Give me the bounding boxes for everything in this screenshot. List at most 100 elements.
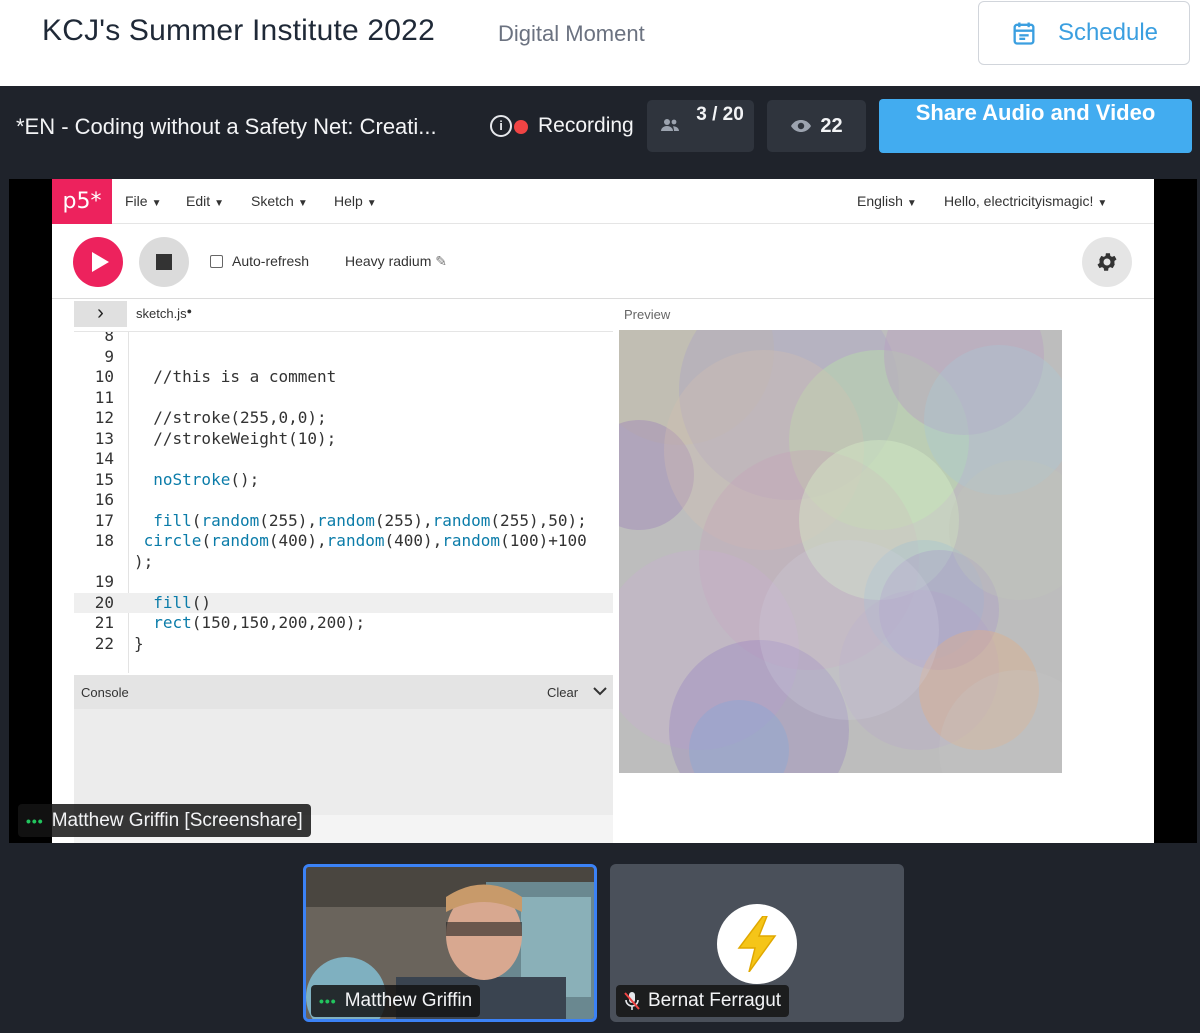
line-number: 12 [94, 408, 114, 427]
auto-refresh-label: Auto-refresh [232, 253, 310, 269]
recording-dot-icon [514, 120, 528, 134]
gear-icon [1097, 253, 1117, 271]
info-icon[interactable]: i [490, 115, 512, 137]
code-text: circle(random(400),random(400),random(10… [143, 531, 587, 550]
event-header: KCJ's Summer Institute 2022 Digital Mome… [0, 0, 1200, 86]
preview-label: Preview [624, 307, 671, 322]
sketch-name[interactable]: Heavy radium ✎ [345, 253, 447, 270]
video-participant-name: Matthew Griffin [344, 990, 473, 1011]
caret-down-icon: ▼ [1097, 198, 1108, 209]
speaking-dots-icon: ••• [319, 993, 337, 1009]
session-bar: *EN - Coding without a Safety Net: Creat… [0, 86, 1200, 176]
participant-tile-matthew[interactable]: ••• Matthew Griffin [303, 864, 597, 1022]
attendees-button[interactable]: 3 / 20 [647, 100, 754, 152]
preview-circles-graphic [619, 330, 1062, 773]
menu-edit[interactable]: Edit ▼ [186, 193, 224, 209]
code-text: } [134, 633, 144, 653]
code-line: 18 circle(random(400),random(400),random… [74, 531, 613, 552]
attendee-count: 3 / 20 [696, 104, 744, 125]
unsaved-dot-icon: ● [186, 306, 193, 316]
user-greeting: Hello, electricityismagic! [944, 193, 1094, 209]
language-menu[interactable]: English ▼ [857, 193, 917, 209]
line-number: 9 [104, 346, 114, 366]
avatar [717, 904, 797, 984]
line-number: 11 [94, 387, 114, 407]
screenshare-name: Matthew Griffin [Screenshare] [51, 809, 303, 831]
screenshare-stream: p5* File ▼ Edit ▼ Sketch ▼ Help ▼ English ▼ H… [9, 179, 1197, 843]
code-line: ); [74, 552, 613, 573]
lightning-bolt-icon [737, 916, 777, 972]
caret-down-icon: ▼ [214, 198, 225, 209]
participant-tile-bernat[interactable]: Bernat Ferragut [610, 864, 904, 1022]
p5-menubar: p5* File ▼ Edit ▼ Sketch ▼ Help ▼ English ▼ H… [52, 179, 1154, 224]
code-text: //stroke(255,0,0); [134, 408, 327, 427]
user-menu[interactable]: Hello, electricityismagic! ▼ [944, 193, 1107, 209]
menu-sketch[interactable]: Sketch ▼ [251, 193, 308, 209]
code-line: 10 //this is a comment [74, 367, 613, 388]
participant-tiles: ••• Matthew Griffin Bernat Ferragut [0, 848, 1200, 1033]
code-line: 12 //stroke(255,0,0); [74, 408, 613, 429]
expand-sidebar-button[interactable]: › [74, 301, 127, 327]
menu-help[interactable]: Help ▼ [334, 193, 377, 209]
menu-file[interactable]: File ▼ [125, 193, 161, 209]
line-number: 10 [94, 367, 114, 386]
code-line: 8 [74, 331, 613, 347]
tab-sketch-js[interactable]: sketch.js● [136, 306, 192, 321]
line-number: 21 [94, 613, 114, 632]
code-line: 16 [74, 490, 613, 511]
people-icon [661, 119, 679, 131]
line-number: 18 [94, 531, 114, 550]
code-line: 13 //strokeWeight(10); [74, 429, 613, 450]
line-number: 15 [94, 469, 114, 489]
menu-edit-label: Edit [186, 193, 211, 209]
editor-tabs: › sketch.js● Preview [52, 299, 1154, 331]
console-output [74, 709, 613, 815]
code-line: 14 [74, 449, 613, 470]
calendar-icon [1013, 22, 1035, 45]
console-clear-button[interactable]: Clear [547, 685, 578, 700]
viewers-button[interactable]: 22 [767, 100, 866, 152]
session-title: *EN - Coding without a Safety Net: Creat… [16, 114, 437, 139]
console-label: Console [81, 685, 129, 700]
line-number: 16 [94, 490, 114, 509]
code-text: rect(150,150,200,200); [153, 613, 366, 632]
bernat-participant-name: Bernat Ferragut [648, 990, 782, 1011]
code-text: fill(random(255),random(255),random(255)… [153, 510, 587, 530]
code-text: //strokeWeight(10); [134, 428, 337, 448]
p5-editor-window: p5* File ▼ Edit ▼ Sketch ▼ Help ▼ English ▼ H… [52, 179, 1154, 843]
event-subtitle: Digital Moment [498, 21, 645, 46]
code-text: fill() [153, 592, 212, 612]
code-text: ); [134, 551, 154, 571]
video-name-badge: ••• Matthew Griffin [311, 985, 481, 1017]
auto-refresh-checkbox[interactable] [210, 255, 223, 268]
pencil-icon: ✎ [435, 253, 447, 269]
code-editor[interactable]: 8 9 10 //this is a comment 11 12 //stroke(25… [74, 331, 613, 673]
caret-down-icon: ▼ [297, 198, 308, 209]
chevron-down-icon[interactable] [592, 681, 608, 706]
code-line: 19 [74, 572, 613, 593]
menu-help-label: Help [334, 193, 363, 209]
code-line: 22} [74, 634, 613, 655]
line-number: 17 [94, 510, 114, 530]
event-title: KCJ's Summer Institute 2022 [42, 14, 435, 47]
code-line: 21 rect(150,150,200,200); [74, 613, 613, 634]
line-number: 8 [104, 331, 114, 345]
play-button[interactable] [73, 237, 123, 287]
stop-button[interactable] [139, 237, 189, 287]
p5-toolbar: Auto-refresh Heavy radium ✎ [52, 224, 1154, 299]
sketch-name-label: Heavy radium [345, 253, 432, 269]
schedule-button[interactable]: Schedule [978, 1, 1190, 65]
screenshare-name-badge: ••• Matthew Griffin [Screenshare] [18, 804, 311, 837]
settings-button[interactable] [1082, 237, 1132, 287]
menu-file-label: File [125, 193, 148, 209]
schedule-label: Schedule [1057, 19, 1159, 46]
code-text: //this is a comment [134, 367, 337, 386]
share-audio-video-button[interactable]: Share Audio and Video [879, 99, 1192, 153]
microphone-muted-icon [624, 992, 640, 1010]
code-line: 17 fill(random(255),random(255),random(2… [74, 511, 613, 532]
sketch-preview-canvas [619, 330, 1062, 773]
recording-label: Recording [538, 114, 634, 137]
code-line: 15 noStroke(); [74, 470, 613, 491]
code-line: 20 fill() [74, 592, 613, 613]
line-number: 20 [94, 592, 114, 612]
